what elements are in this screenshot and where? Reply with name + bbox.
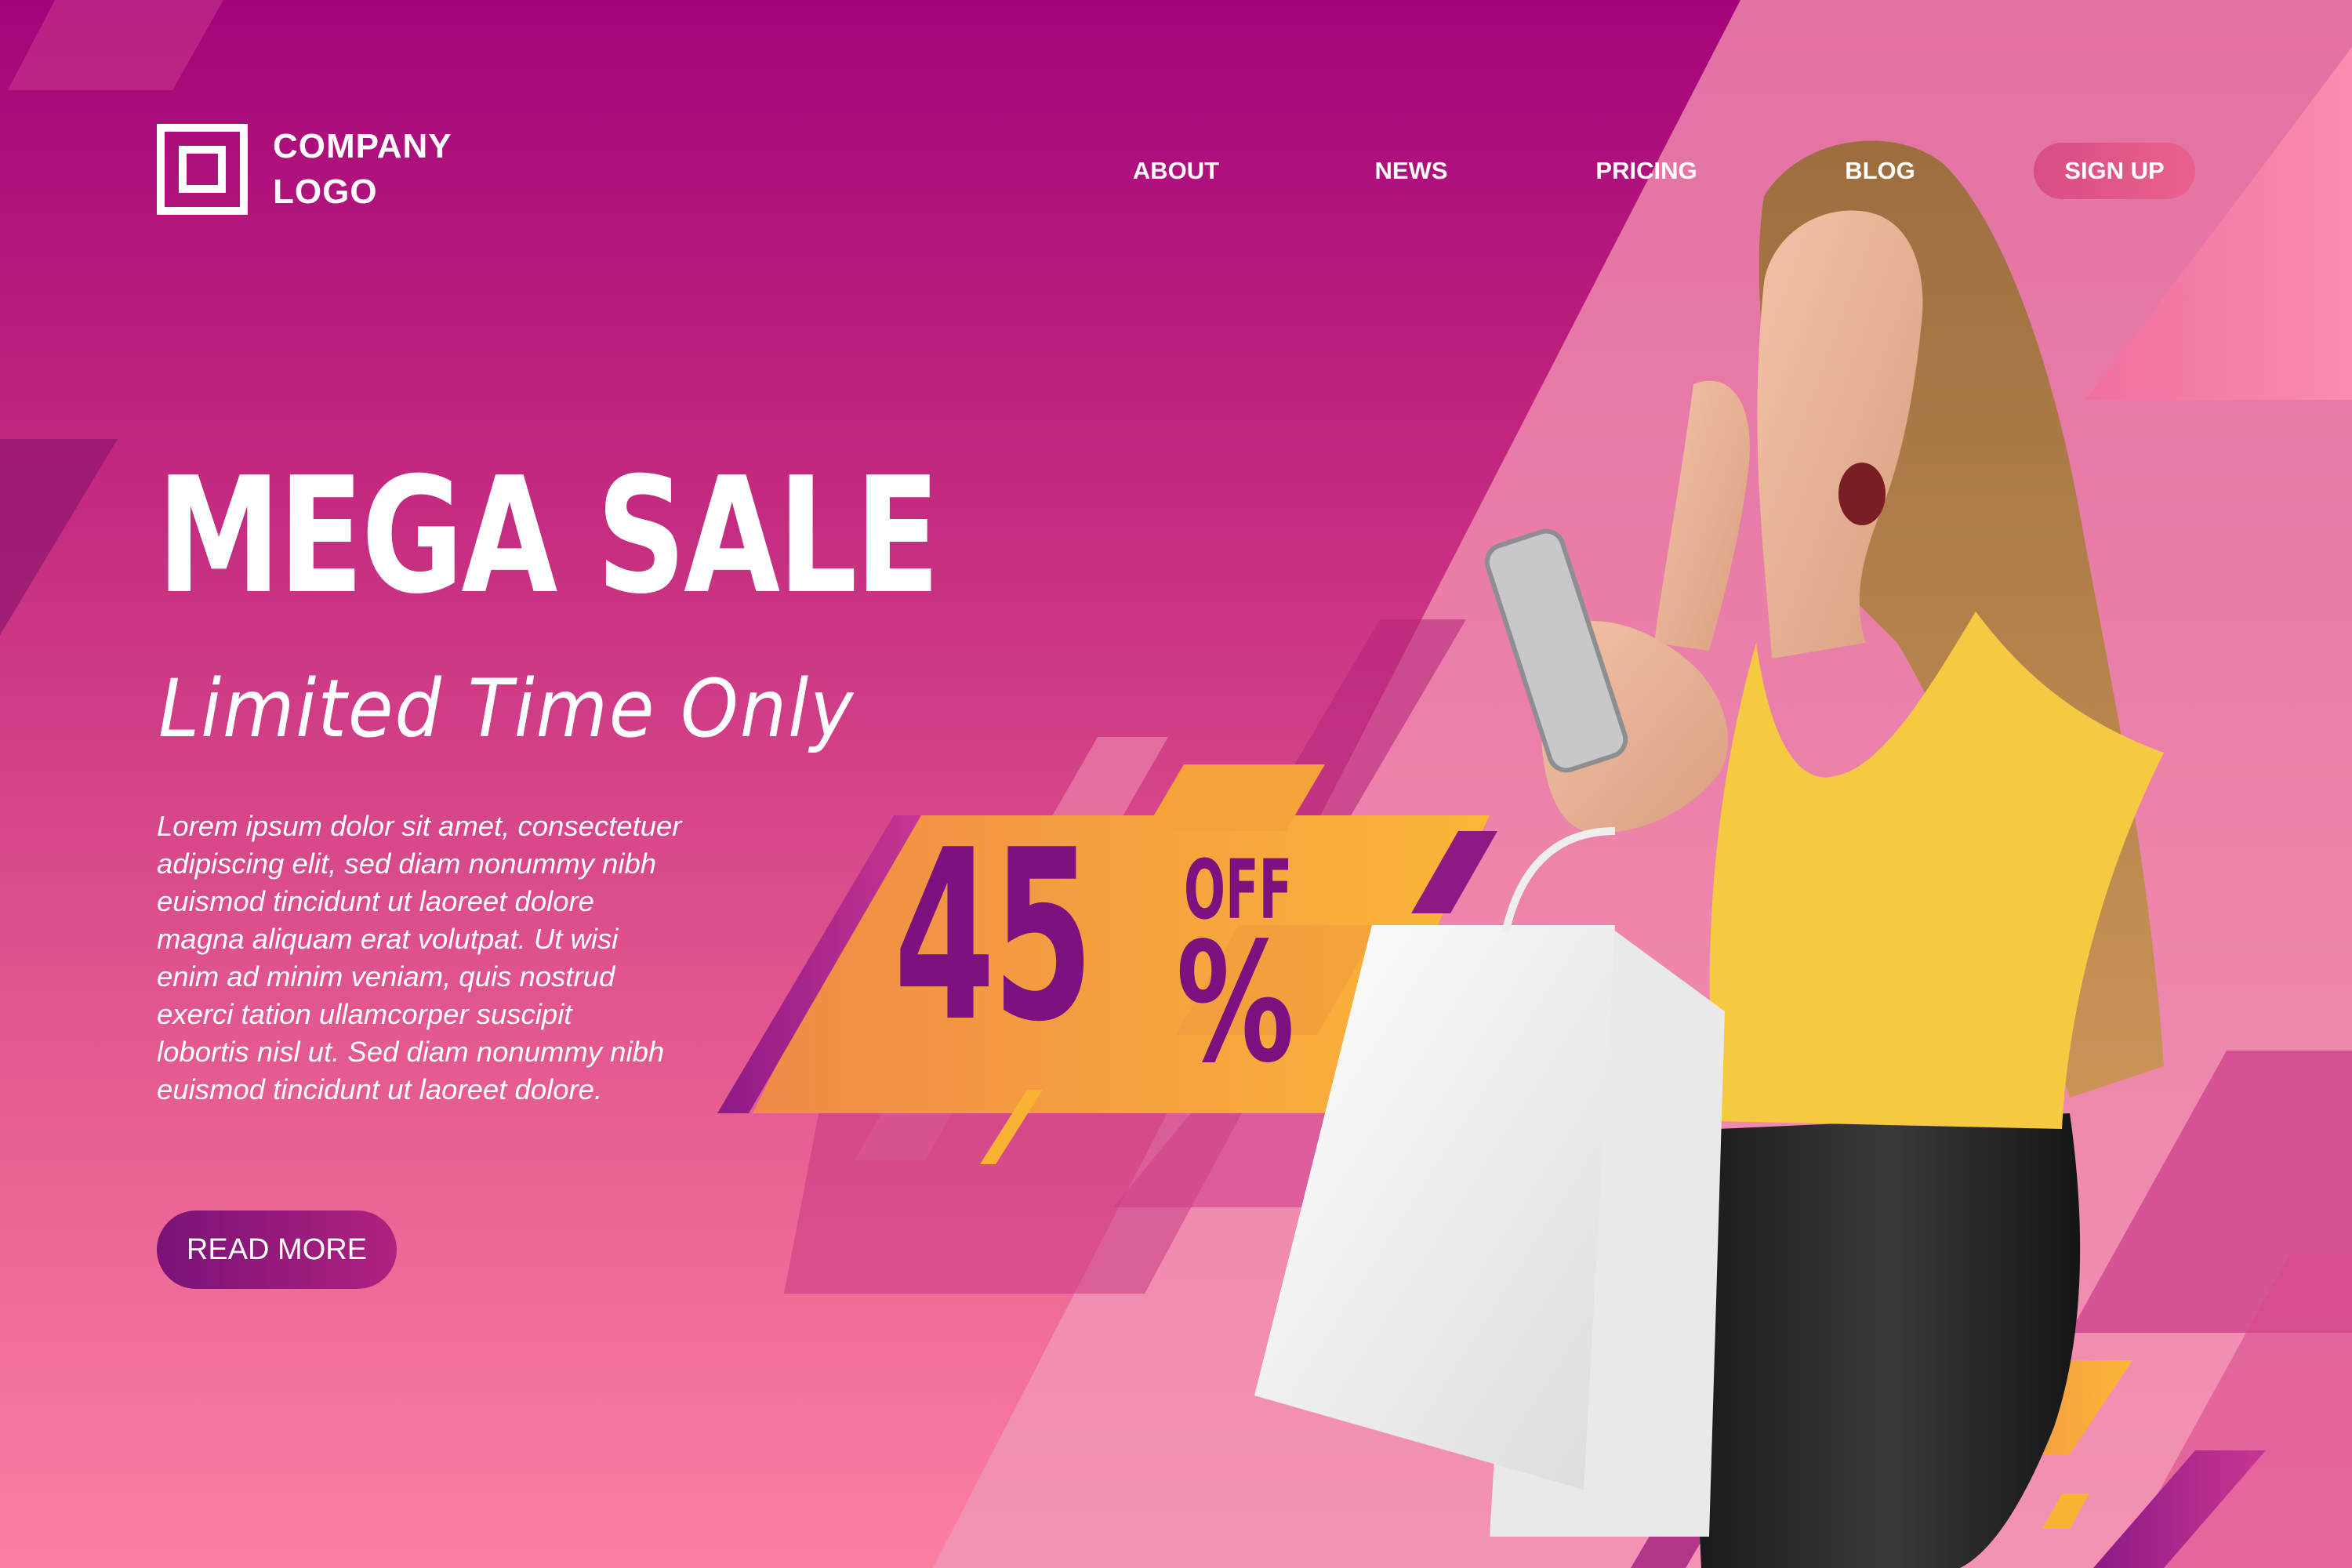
description-line: lobortis nisl ut. Sed diam nonummy nibh bbox=[157, 1036, 665, 1068]
company-logo[interactable]: COMPANY LOGO bbox=[157, 124, 452, 215]
nav-pricing[interactable]: PRICING bbox=[1560, 154, 1733, 188]
description-line: exerci tation ullamcorper suscipit bbox=[157, 998, 572, 1030]
discount-number: 45 bbox=[894, 800, 1094, 1073]
bag-handle bbox=[1501, 827, 1616, 935]
shopping-bag-front bbox=[1254, 925, 1615, 1490]
description-line: euismod tincidunt ut laoreet dolore bbox=[157, 885, 594, 917]
open-mouth bbox=[1838, 463, 1886, 525]
description-line: magna aliquam erat volutpat. Ut wisi bbox=[157, 923, 619, 955]
raised-hand bbox=[1654, 380, 1750, 651]
nav-blog[interactable]: BLOG bbox=[1794, 154, 1966, 188]
description-line: euismod tincidunt ut laoreet dolore. bbox=[157, 1073, 603, 1105]
square-logo-icon bbox=[157, 124, 248, 215]
description-line: adipiscing elit, sed diam nonummy nibh bbox=[157, 848, 657, 880]
logo-line-1: COMPANY bbox=[273, 127, 452, 165]
hero-description: Lorem ipsum dolor sit amet, consectetuer… bbox=[157, 808, 768, 1109]
discount-percent-sign: % bbox=[1176, 907, 1295, 1099]
woman-with-phone-photo bbox=[1254, 140, 2164, 1568]
sign-up-button[interactable]: SIGN UP bbox=[2034, 143, 2195, 199]
hero-title: MEGA SALE bbox=[157, 444, 940, 630]
nav-about[interactable]: ABOUT bbox=[1090, 154, 1262, 188]
pants bbox=[1698, 1113, 2081, 1568]
hero-subtitle: Limited Time Only bbox=[158, 662, 855, 756]
read-more-button[interactable]: READ MORE bbox=[157, 1210, 397, 1289]
nav-news[interactable]: NEWS bbox=[1325, 154, 1497, 188]
logo-line-2: LOGO bbox=[273, 172, 378, 211]
landing-page: COMPANY LOGO ABOUT NEWS PRICING BLOG SIG… bbox=[0, 0, 2352, 1568]
logo-text: COMPANY LOGO bbox=[273, 124, 452, 215]
description-line: enim ad minim veniam, quis nostrud bbox=[157, 960, 615, 993]
description-line: Lorem ipsum dolor sit amet, consectetuer bbox=[157, 810, 682, 842]
